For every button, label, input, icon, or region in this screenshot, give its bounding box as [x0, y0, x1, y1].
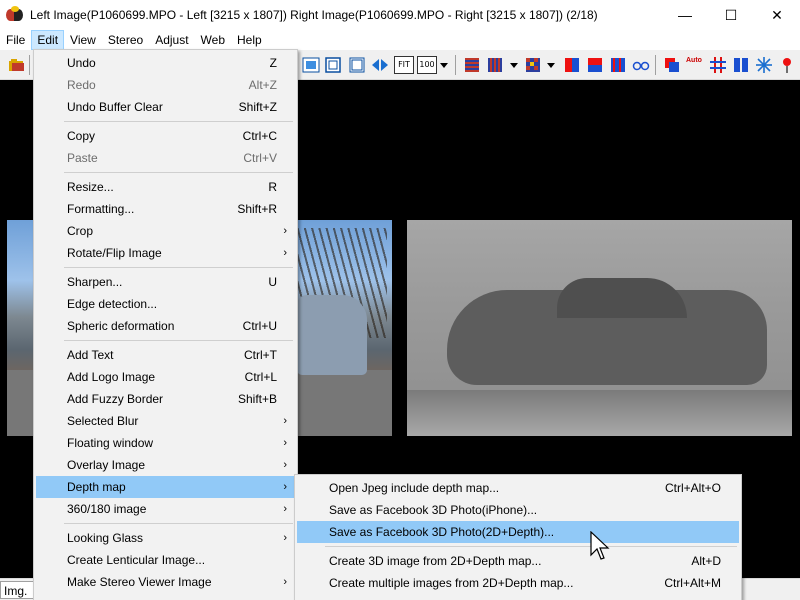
depth-map-submenu: Open Jpeg include depth map... Ctrl+Alt+O…	[294, 474, 742, 600]
window-title: Left Image(P1060699.MPO - Left [3215 x 1…	[30, 8, 598, 22]
swap-icon[interactable]	[732, 56, 750, 74]
chevron-right-icon: ›	[283, 503, 287, 515]
submenu-item-save-fb-iphone[interactable]: Save as Facebook 3D Photo(iPhone)...	[297, 499, 739, 521]
menu-item-redo[interactable]: Redo Alt+Z	[36, 74, 295, 96]
menu-item-make-stereo-viewer[interactable]: Make Stereo Viewer Image ›	[36, 571, 295, 593]
submenu-item-create-3d-from-depth[interactable]: Create 3D image from 2D+Depth map... Alt+…	[297, 550, 739, 572]
menu-view[interactable]: View	[64, 30, 102, 50]
menu-item-overlay-image[interactable]: Overlay Image ›	[36, 454, 295, 476]
chevron-right-icon: ›	[283, 247, 287, 259]
menu-item-add-logo-image[interactable]: Add Logo Image Ctrl+L	[36, 366, 295, 388]
fit-window-icon[interactable]	[302, 56, 320, 74]
menu-item-looking-glass[interactable]: Looking Glass ›	[36, 527, 295, 549]
open-folder-icon[interactable]	[8, 56, 26, 74]
app-icon	[6, 6, 24, 24]
chevron-right-icon: ›	[283, 481, 287, 493]
auto-align-button[interactable]: Auto	[686, 56, 704, 74]
menu-item-formatting[interactable]: Formatting... Shift+R	[36, 198, 295, 220]
submenu-item-create-multiple-images[interactable]: Create multiple images from 2D+Depth map…	[297, 572, 739, 594]
menu-web[interactable]: Web	[195, 30, 231, 50]
menu-item-add-fuzzy-border[interactable]: Add Fuzzy Border Shift+B	[36, 388, 295, 410]
menu-item-floating-window[interactable]: Floating window ›	[36, 432, 295, 454]
menu-item-undo[interactable]: Undo Z	[36, 52, 295, 74]
glasses-icon[interactable]	[632, 56, 650, 74]
align-arrows-icon[interactable]	[371, 56, 389, 74]
menu-file[interactable]: File	[0, 30, 31, 50]
close-button[interactable]: ✕	[754, 0, 800, 30]
menu-help[interactable]: Help	[231, 30, 268, 50]
right-depth-image	[407, 220, 792, 436]
stereo-mode-2-icon[interactable]	[486, 56, 504, 74]
menu-item-selected-blur[interactable]: Selected Blur ›	[36, 410, 295, 432]
stereo-mode-1-icon[interactable]	[463, 56, 481, 74]
menu-item-paste[interactable]: Paste Ctrl+V	[36, 147, 295, 169]
menu-item-edge-detection[interactable]: Edge detection...	[36, 293, 295, 315]
interlace-icon[interactable]	[609, 56, 627, 74]
menu-item-360-180-image[interactable]: 360/180 image ›	[36, 498, 295, 520]
grid-icon[interactable]	[709, 56, 727, 74]
chevron-right-icon: ›	[283, 225, 287, 237]
minimize-button[interactable]: —	[662, 0, 708, 30]
menu-item-depth-map[interactable]: Depth map ›	[36, 476, 295, 498]
menu-item-crop[interactable]: Crop ›	[36, 220, 295, 242]
dropdown-arrow-icon[interactable]	[509, 56, 519, 74]
checker-mode-icon[interactable]	[524, 56, 542, 74]
submenu-item-open-jpeg-depth[interactable]: Open Jpeg include depth map... Ctrl+Alt+O	[297, 477, 739, 499]
menu-item-copy[interactable]: Copy Ctrl+C	[36, 125, 295, 147]
fit-button[interactable]: FIT	[394, 56, 414, 74]
menu-bar: File Edit View Stereo Adjust Web Help	[0, 30, 800, 50]
overlap-icon[interactable]	[663, 56, 681, 74]
full-size-icon[interactable]	[324, 56, 342, 74]
mouse-cursor-icon	[590, 531, 610, 560]
menu-adjust[interactable]: Adjust	[149, 30, 194, 50]
menu-item-spheric-deformation[interactable]: Spheric deformation Ctrl+U	[36, 315, 295, 337]
chevron-right-icon: ›	[283, 437, 287, 449]
title-bar: Left Image(P1060699.MPO - Left [3215 x 1…	[0, 0, 800, 30]
maximize-button[interactable]: ☐	[708, 0, 754, 30]
submenu-item-save-fb-2d-depth[interactable]: Save as Facebook 3D Photo(2D+Depth)...	[297, 521, 739, 543]
dropdown-arrow-icon[interactable]	[546, 56, 556, 74]
menu-item-undo-buffer-clear[interactable]: Undo Buffer Clear Shift+Z	[36, 96, 295, 118]
zoom-box-icon[interactable]	[348, 56, 366, 74]
over-under-icon[interactable]	[586, 56, 604, 74]
menu-item-add-text[interactable]: Add Text Ctrl+T	[36, 344, 295, 366]
edit-menu: Undo Z Redo Alt+Z Undo Buffer Clear Shift+Z…	[33, 49, 298, 600]
pin-icon[interactable]	[778, 56, 796, 74]
chevron-right-icon: ›	[283, 576, 287, 588]
chevron-right-icon: ›	[283, 532, 287, 544]
dropdown-arrow-icon[interactable]	[439, 56, 449, 74]
chevron-right-icon: ›	[283, 415, 287, 427]
zoom-100-button[interactable]: 100	[417, 56, 437, 74]
menu-edit[interactable]: Edit	[31, 30, 65, 50]
chevron-right-icon: ›	[283, 459, 287, 471]
menu-item-resize[interactable]: Resize... R	[36, 176, 295, 198]
menu-item-rotate-flip[interactable]: Rotate/Flip Image ›	[36, 242, 295, 264]
menu-stereo[interactable]: Stereo	[102, 30, 149, 50]
menu-item-sharpen[interactable]: Sharpen... U	[36, 271, 295, 293]
snowflake-icon[interactable]	[755, 56, 773, 74]
menu-item-create-lenticular[interactable]: Create Lenticular Image...	[36, 549, 295, 571]
side-by-side-icon[interactable]	[563, 56, 581, 74]
